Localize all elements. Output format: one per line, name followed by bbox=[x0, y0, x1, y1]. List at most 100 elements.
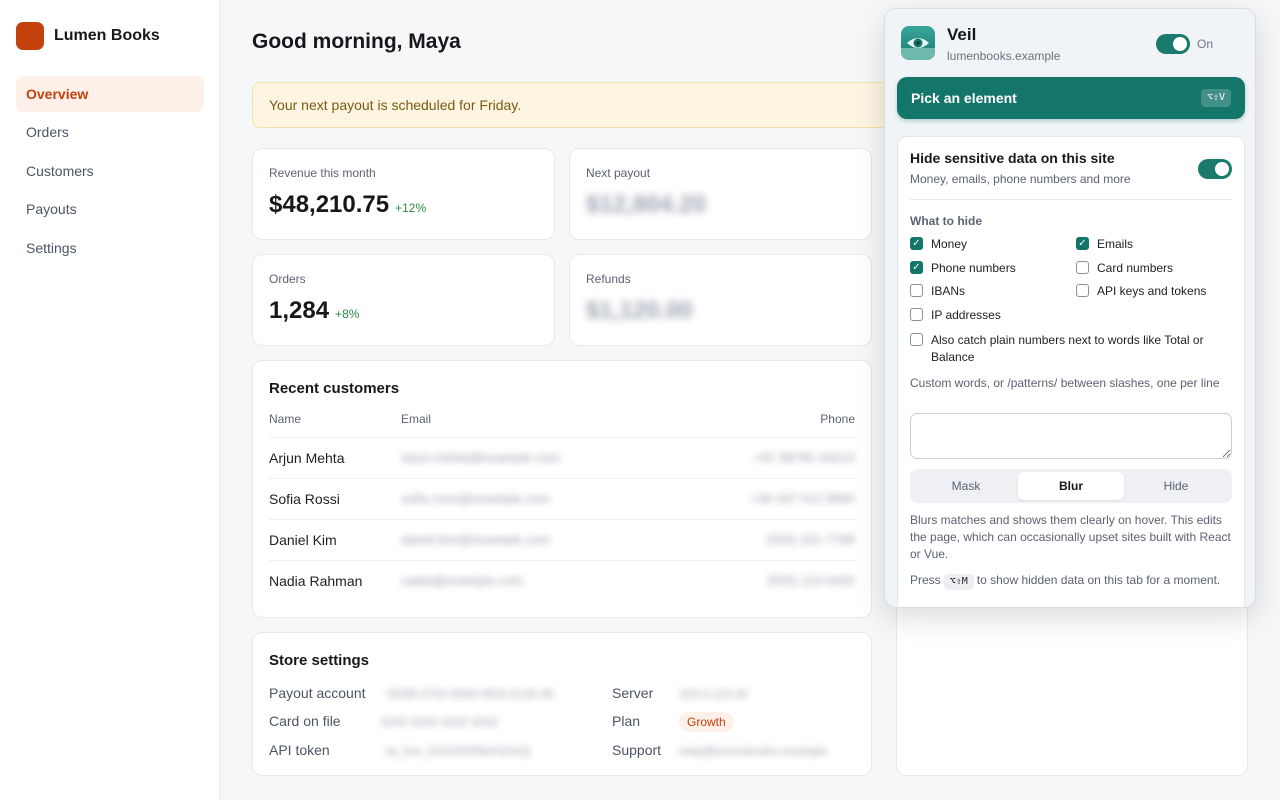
checkbox-icon[interactable] bbox=[910, 333, 923, 346]
checkbox-icon[interactable] bbox=[1076, 284, 1089, 297]
reveal-shortcut-kbd: ⌥⇧M bbox=[943, 574, 974, 590]
sidebar-item-settings[interactable]: Settings bbox=[16, 230, 204, 266]
plan-badge: Growth bbox=[679, 712, 734, 732]
column-header-phone: Phone bbox=[820, 412, 855, 426]
stat-card-revenue: Revenue this month $48,210.75 +12% bbox=[252, 148, 555, 240]
option-ip-addresses-checkbox[interactable]: IP addresses bbox=[910, 307, 1071, 324]
stat-label: Refunds bbox=[586, 272, 631, 286]
recent-customers-card: Recent customers Name Email Phone Arjun … bbox=[252, 360, 872, 618]
stat-label: Revenue this month bbox=[269, 166, 376, 180]
customer-phone: +91 98765 43210 bbox=[753, 450, 855, 465]
option-label: Emails bbox=[1097, 237, 1134, 251]
customer-email: daniel.kim@example.com bbox=[401, 532, 551, 547]
card-on-file-label: Card on file bbox=[269, 713, 341, 729]
mode-blur-option[interactable]: Blur bbox=[1018, 472, 1124, 500]
brand-name: Lumen Books bbox=[54, 27, 160, 44]
sidebar-item-overview[interactable]: Overview bbox=[16, 76, 204, 112]
table-row[interactable]: Daniel Kim daniel.kim@example.com (555) … bbox=[269, 519, 855, 560]
stat-value: $48,210.75 +12% bbox=[269, 191, 426, 219]
stat-value-blurred: $12,804.20 bbox=[586, 191, 707, 218]
veil-popup: Veil lumenbooks.example On Pick an eleme… bbox=[884, 8, 1256, 608]
stat-card-next-payout: Next payout $12,804.20 bbox=[569, 148, 872, 240]
option-emails-checkbox[interactable]: Emails bbox=[1076, 236, 1237, 253]
support-value: help@lumenbooks.example bbox=[679, 744, 828, 758]
server-label: Server bbox=[612, 685, 654, 701]
custom-words-label: Custom words, or /patterns/ between slas… bbox=[910, 376, 1220, 390]
customer-name: Arjun Mehta bbox=[269, 450, 345, 466]
support-label: Support bbox=[612, 742, 662, 758]
option-label: IP addresses bbox=[931, 308, 1001, 322]
sidebar-nav: Overview Orders Customers Payouts Settin… bbox=[16, 76, 204, 268]
option-plain-numbers-checkbox[interactable]: Also catch plain numbers next to words l… bbox=[910, 332, 1231, 366]
hide-settings-panel: Hide sensitive data on this site Money, … bbox=[897, 136, 1247, 607]
extension-enabled-toggle[interactable] bbox=[1156, 34, 1190, 54]
pick-shortcut-kbd: ⌥⇧V bbox=[1200, 89, 1231, 107]
stat-label: Next payout bbox=[586, 166, 651, 180]
option-label: Phone numbers bbox=[931, 261, 1016, 275]
customer-name: Sofia Rossi bbox=[269, 491, 340, 507]
sidebar-item-payouts[interactable]: Payouts bbox=[16, 191, 204, 227]
pick-element-label: Pick an element bbox=[911, 90, 1017, 106]
checkbox-icon[interactable] bbox=[910, 284, 923, 297]
customer-phone: (555) 201-7788 bbox=[766, 532, 855, 547]
option-card-numbers-checkbox[interactable]: Card numbers bbox=[1076, 260, 1237, 277]
option-phone-numbers-checkbox[interactable]: Phone numbers bbox=[910, 260, 1071, 277]
option-api-keys-checkbox[interactable]: API keys and tokens bbox=[1076, 283, 1247, 300]
stat-delta: +12% bbox=[395, 201, 427, 215]
option-label: Money bbox=[931, 237, 968, 251]
brand[interactable]: Lumen Books bbox=[16, 22, 160, 50]
customer-name: Nadia Rahman bbox=[269, 573, 363, 589]
column-header-name: Name bbox=[269, 412, 302, 426]
mode-hide-option[interactable]: Hide bbox=[1123, 472, 1229, 500]
option-label: IBANs bbox=[931, 284, 966, 298]
payout-account-value: DE89 3704 0044 0532 0130 00 bbox=[387, 687, 554, 701]
background-card bbox=[896, 600, 1248, 776]
section-title: Recent customers bbox=[269, 380, 400, 397]
customer-name: Daniel Kim bbox=[269, 532, 337, 548]
stat-card-refunds: Refunds $1,120.00 bbox=[569, 254, 872, 346]
sidebar-item-orders[interactable]: Orders bbox=[16, 114, 204, 150]
display-mode-selector: Mask Blur Hide bbox=[910, 469, 1232, 503]
option-label: Card numbers bbox=[1097, 261, 1174, 275]
stat-amount: $48,210.75 bbox=[269, 191, 390, 218]
reveal-hint-prefix: Press bbox=[910, 573, 941, 587]
checkbox-checked-icon[interactable] bbox=[1076, 237, 1089, 250]
column-header-email: Email bbox=[401, 412, 432, 426]
table-row[interactable]: Arjun Mehta arjun.mehta@example.com +91 … bbox=[269, 437, 855, 478]
mode-mask-option[interactable]: Mask bbox=[913, 472, 1019, 500]
customers-table: Name Email Phone Arjun Mehta arjun.mehta… bbox=[269, 412, 855, 612]
plan-label: Plan bbox=[612, 713, 641, 729]
custom-words-textarea[interactable] bbox=[910, 413, 1232, 459]
pick-element-button[interactable]: Pick an element ⌥⇧V bbox=[897, 77, 1245, 119]
page-title: Good morning, Maya bbox=[252, 30, 461, 53]
hide-sensitive-subtitle: Money, emails, phone numbers and more bbox=[910, 172, 1131, 186]
customer-email: arjun.mehta@example.com bbox=[401, 450, 561, 465]
table-row[interactable]: Nadia Rahman nadia@example.com (555) 113… bbox=[269, 560, 855, 601]
checkbox-icon[interactable] bbox=[910, 308, 923, 321]
checkbox-checked-icon[interactable] bbox=[910, 261, 923, 274]
brand-logo-icon bbox=[16, 22, 44, 50]
stat-card-orders: Orders 1,284 +8% bbox=[252, 254, 555, 346]
hide-sensitive-toggle[interactable] bbox=[1198, 159, 1232, 179]
stat-amount: 1,284 bbox=[269, 297, 330, 324]
checkbox-icon[interactable] bbox=[1076, 261, 1089, 274]
option-ibans-checkbox[interactable]: IBANs bbox=[910, 283, 1071, 300]
site-domain: lumenbooks.example bbox=[947, 49, 1061, 63]
api-token-label: API token bbox=[269, 742, 330, 758]
table-row[interactable]: Sofia Rossi sofia.rossi@example.com +39 … bbox=[269, 478, 855, 519]
hide-sensitive-title: Hide sensitive data on this site bbox=[910, 150, 1115, 166]
extension-title: Veil bbox=[947, 25, 977, 44]
reveal-hint: Press ⌥⇧M to show hidden data on this tab … bbox=[910, 572, 1232, 590]
sidebar: Lumen Books Overview Orders Customers Pa… bbox=[0, 0, 220, 800]
what-to-hide-heading: What to hide bbox=[910, 214, 982, 228]
checkbox-checked-icon[interactable] bbox=[910, 237, 923, 250]
stat-value-blurred: $1,120.00 bbox=[586, 297, 693, 324]
card-on-file-value: 4242 4242 4242 4242 bbox=[381, 715, 498, 729]
sidebar-item-customers[interactable]: Customers bbox=[16, 153, 204, 189]
section-title: Store settings bbox=[269, 652, 370, 669]
option-label: API keys and tokens bbox=[1097, 284, 1207, 298]
payout-banner: Your next payout is scheduled for Friday… bbox=[252, 82, 892, 128]
mode-description: Blurs matches and shows them clearly on … bbox=[910, 513, 1231, 561]
customer-phone: (555) 113-0420 bbox=[767, 573, 855, 588]
option-money-checkbox[interactable]: Money bbox=[910, 236, 1071, 253]
